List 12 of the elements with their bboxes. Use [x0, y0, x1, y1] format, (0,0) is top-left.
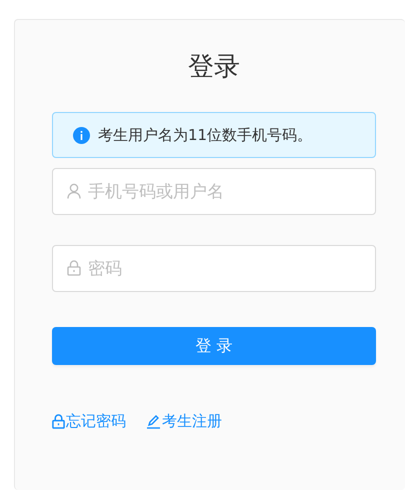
info-icon	[73, 126, 90, 144]
pencil-icon	[146, 414, 161, 429]
login-title: 登录	[188, 51, 240, 84]
lock-icon	[52, 414, 65, 429]
input-field[interactable]: 密码	[52, 245, 376, 292]
register-link[interactable]: 考生注册	[146, 412, 222, 431]
user-icon	[67, 183, 81, 199]
lock-icon	[67, 260, 81, 276]
input-field[interactable]: 手机号码或用户名	[52, 168, 376, 215]
forgot-password-link[interactable]: 忘记密码	[52, 412, 126, 431]
login-button[interactable]: 登 录	[52, 327, 376, 365]
alert-text: 考生用户名为11位数手机号码。	[98, 126, 312, 144]
